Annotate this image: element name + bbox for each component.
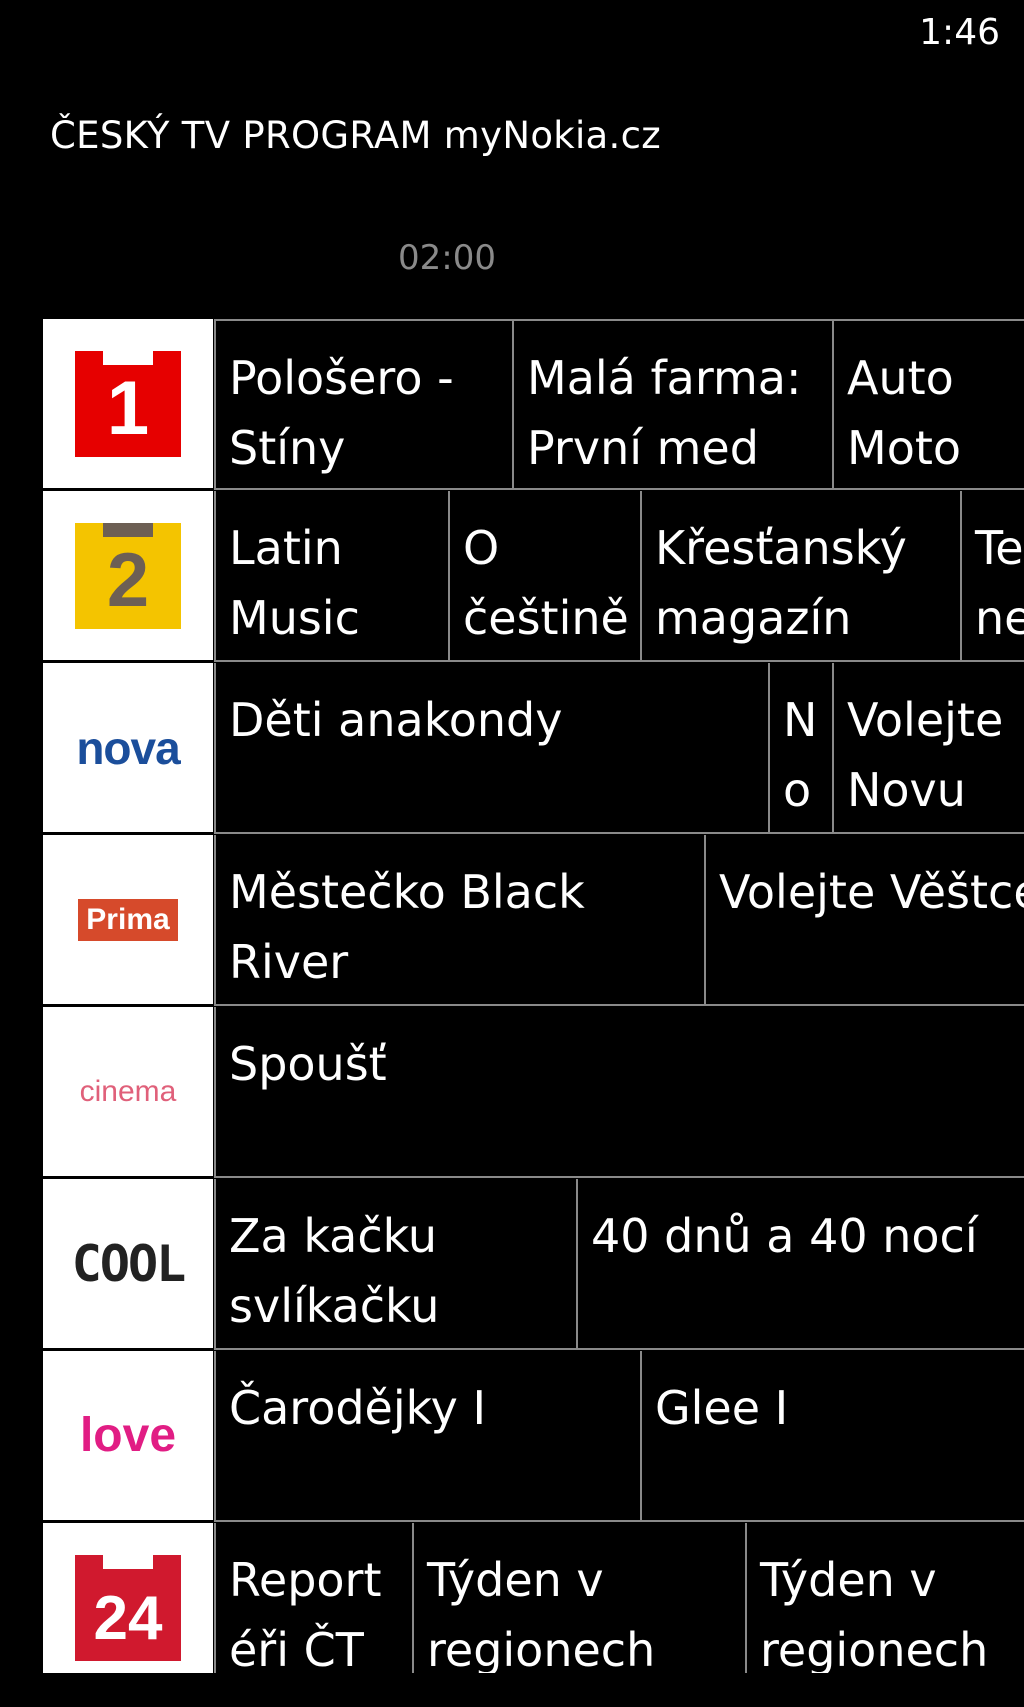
program-title: Pološero - Stíny města	[229, 351, 454, 475]
program-cell[interactable]: Děti anakondy	[214, 663, 768, 834]
program-cell[interactable]: Volejte Věštce	[704, 835, 1024, 1006]
ct24-logo: 24	[75, 1554, 181, 1661]
program-title: Za kačku svlíkačku	[229, 1209, 440, 1333]
nova-cinema-logo: cinema	[79, 1074, 177, 1108]
prima-cool-logo: COOL	[71, 1234, 186, 1293]
nova-logo: nova	[76, 721, 180, 774]
app-title: ČESKÝ TV PROGRAM myNokia.cz	[50, 114, 661, 157]
prima-family-logo: Prima	[78, 898, 178, 941]
channel-logo-ct1[interactable]: 1	[43, 319, 213, 490]
ct2-logo: 2	[75, 522, 181, 629]
status-time: 1:46	[919, 12, 1000, 53]
program-title: Latin Music	[229, 521, 360, 645]
program-cell[interactable]: Pološero - Stíny města	[214, 319, 512, 490]
channel-row-nova: nova Děti anakondy No Volejte Novu	[43, 663, 1024, 834]
program-title: Glee I	[655, 1381, 789, 1435]
program-grid: 1 Pološero - Stíny města Malá farma: Prv…	[43, 319, 1024, 1673]
program-cell[interactable]: Televize neslyšících	[960, 491, 1024, 662]
program-title: O češtině	[463, 521, 629, 645]
program-title: Děti anakondy	[229, 693, 563, 747]
channel-row-prima-family: Prima Městečko Black River Volejte Věštc…	[43, 835, 1024, 1006]
channel-row-prima-cool: COOL Za kačku svlíkačku 40 dnů a 40 nocí	[43, 1179, 1024, 1350]
program-cell[interactable]: Čarodějky I	[214, 1351, 640, 1522]
program-cell[interactable]: Malá farma: První med	[512, 319, 832, 490]
channel-logo-ct24[interactable]: 24	[43, 1523, 213, 1673]
program-cell[interactable]: Glee I	[640, 1351, 1024, 1522]
prima-love-logo: love	[79, 1409, 177, 1462]
program-title: Malá farma: První med	[527, 351, 802, 475]
channel-logo-prima-cool[interactable]: COOL	[43, 1179, 213, 1350]
program-title: Volejte Věštce	[719, 865, 1024, 919]
program-cell[interactable]: O češtině	[448, 491, 640, 662]
program-title: Týden v regionech	[427, 1553, 656, 1673]
channel-logo-prima-love[interactable]: love	[43, 1351, 213, 1522]
program-title: Čarodějky I	[229, 1381, 487, 1435]
program-cell[interactable]: Report éři ČT	[214, 1523, 412, 1673]
program-title: Televize neslyšících	[975, 521, 1024, 645]
channel-row-ct1: 1 Pološero - Stíny města Malá farma: Prv…	[43, 319, 1024, 490]
program-cell[interactable]: 40 dnů a 40 nocí	[576, 1179, 1024, 1350]
channel-row-ct24: 24 Report éři ČT Týden v regionech Týden…	[43, 1523, 1024, 1673]
channel-logo-nova-cinema[interactable]: cinema	[43, 1007, 213, 1178]
program-title: Týden v regionech	[760, 1553, 989, 1673]
channel-logo-nova[interactable]: nova	[43, 663, 213, 834]
program-cell[interactable]: Spoušť	[214, 1007, 1024, 1178]
program-cell[interactable]: Křesťanský magazín	[640, 491, 960, 662]
program-title: Report éři ČT	[229, 1553, 382, 1673]
program-title: No	[783, 693, 818, 817]
program-cell[interactable]: Latin Music	[214, 491, 448, 662]
channel-logo-prima-family[interactable]: Prima	[43, 835, 213, 1006]
program-title: Volejte Novu	[847, 693, 1004, 817]
program-cell[interactable]: Za kačku svlíkačku	[214, 1179, 576, 1350]
program-title: Křesťanský magazín	[655, 521, 907, 645]
program-title: Spoušť	[229, 1037, 387, 1091]
program-cell[interactable]: Týden v regionech	[745, 1523, 1024, 1673]
program-cell[interactable]: Auto Moto Revue	[832, 319, 1024, 490]
channel-logo-ct2[interactable]: 2	[43, 491, 213, 662]
ct1-logo: 1	[75, 350, 181, 457]
program-cell[interactable]: Městečko Black River	[214, 835, 704, 1006]
program-cell[interactable]: No	[768, 663, 832, 834]
program-cell[interactable]: Týden v regionech	[412, 1523, 745, 1673]
program-title: 40 dnů a 40 nocí	[591, 1209, 978, 1263]
time-marker: 02:00	[398, 238, 496, 278]
program-title: Městečko Black River	[229, 865, 585, 989]
program-cell[interactable]: Volejte Novu	[832, 663, 1024, 834]
program-title: Auto Moto Revue	[847, 351, 962, 475]
channel-row-nova-cinema: cinema Spoušť	[43, 1007, 1024, 1178]
channel-row-prima-love: love Čarodějky I Glee I	[43, 1351, 1024, 1522]
channel-row-ct2: 2 Latin Music O češtině Křesťanský magaz…	[43, 491, 1024, 662]
